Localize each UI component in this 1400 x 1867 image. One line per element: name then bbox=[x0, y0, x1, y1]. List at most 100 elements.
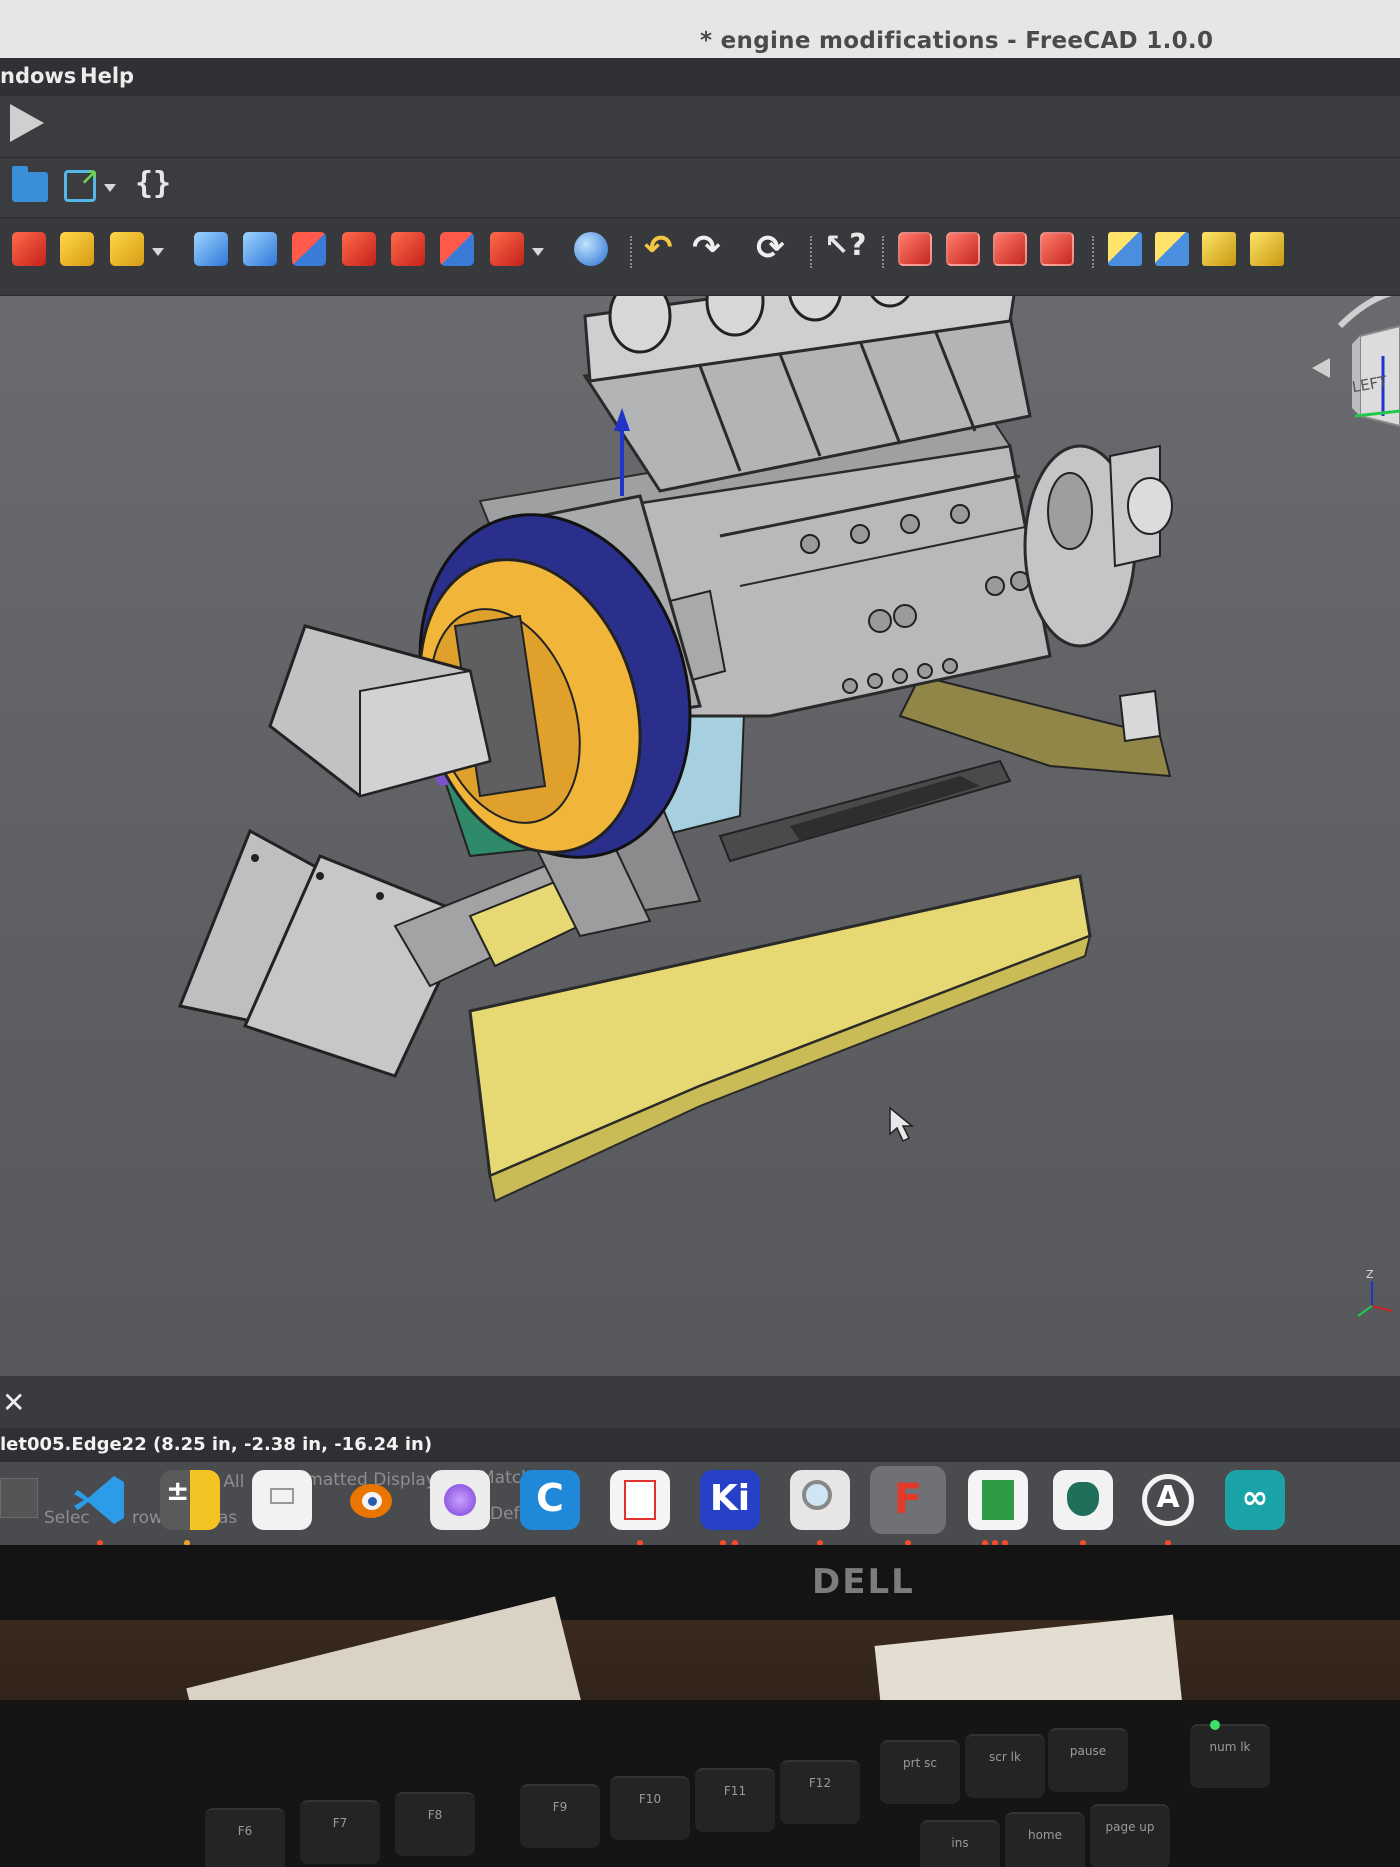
key-print-screen: prt sc bbox=[880, 1740, 960, 1804]
key-f8: F8 bbox=[395, 1792, 475, 1856]
stand-hole bbox=[376, 892, 384, 900]
axis-indicator bbox=[1357, 1281, 1393, 1317]
subtractive-loft-icon[interactable] bbox=[342, 232, 376, 266]
export-dropdown-caret-icon[interactable] bbox=[104, 184, 116, 192]
key-f11: F11 bbox=[695, 1768, 775, 1832]
keyboard: F6 F7 F8 F9 F10 F11 F12 prt sc scr lk pa… bbox=[0, 1700, 1400, 1867]
subtractive-helix-icon[interactable] bbox=[440, 232, 474, 266]
subtractive-box-icon[interactable] bbox=[490, 232, 524, 266]
kicad-icon[interactable]: Ki bbox=[700, 1470, 760, 1530]
redo-icon[interactable]: ↷ bbox=[692, 228, 721, 268]
monitor-brand-logo: DELL bbox=[812, 1562, 915, 1602]
subtractive-pipe-icon[interactable] bbox=[391, 232, 425, 266]
link-icon[interactable] bbox=[1202, 232, 1236, 266]
document-page bbox=[624, 1480, 656, 1520]
vscode-icon[interactable] bbox=[70, 1470, 130, 1530]
report-view-bar: ✕ bbox=[0, 1376, 1400, 1428]
key-f6: F6 bbox=[205, 1808, 285, 1867]
hole-icon[interactable] bbox=[243, 232, 277, 266]
base-rail-fin bbox=[790, 776, 980, 841]
axis-z-label: Z bbox=[1366, 1268, 1374, 1281]
macro-toolbar bbox=[0, 96, 1400, 158]
3d-viewport[interactable]: LEFT Z bbox=[0, 296, 1400, 1376]
workbench-toolbar: ↶ ↷ ⟳ ↖? bbox=[0, 218, 1400, 296]
boolean-icon[interactable] bbox=[574, 232, 608, 266]
key-f12: F12 bbox=[780, 1760, 860, 1824]
search-icon[interactable] bbox=[790, 1470, 850, 1530]
refresh-icon[interactable]: ⟳ bbox=[756, 228, 785, 268]
key-f10: F10 bbox=[610, 1776, 690, 1840]
window-title: * engine modifications - FreeCAD 1.0.0 bbox=[700, 28, 1214, 54]
engine-model-drawing[interactable]: LEFT Z bbox=[0, 296, 1400, 1376]
key-num-lock: num lk bbox=[1190, 1724, 1270, 1788]
toolbar-separator bbox=[810, 236, 813, 268]
stand-hole bbox=[316, 872, 324, 880]
app-store-icon[interactable]: A bbox=[1138, 1470, 1198, 1530]
spreadsheet-page bbox=[982, 1480, 1014, 1520]
open-folder-icon[interactable] bbox=[12, 166, 48, 202]
menu-bar: ndows Help bbox=[0, 58, 1400, 96]
execute-macro-play-icon[interactable] bbox=[10, 104, 44, 142]
magnifier-lens bbox=[802, 1480, 832, 1510]
monitor-bezel bbox=[0, 1545, 1400, 1620]
stand-hole bbox=[251, 854, 259, 862]
toolbar-separator bbox=[882, 236, 885, 268]
blender-pupil bbox=[368, 1497, 377, 1506]
additive-dropdown-caret-icon[interactable] bbox=[152, 248, 164, 256]
blender-icon[interactable] bbox=[340, 1470, 400, 1530]
inkscape-icon[interactable] bbox=[1053, 1470, 1113, 1530]
view-top-icon[interactable] bbox=[993, 232, 1027, 266]
python-console-braces-icon[interactable]: {} bbox=[135, 166, 171, 201]
arduino-icon[interactable]: ∞ bbox=[1225, 1470, 1285, 1530]
rear-pulley bbox=[1127, 477, 1173, 535]
key-pause: pause bbox=[1048, 1728, 1128, 1792]
text-editor-icon[interactable] bbox=[252, 1470, 312, 1530]
calculator-icon[interactable]: ± bbox=[160, 1470, 220, 1530]
export-arrow-icon: ↗ bbox=[80, 166, 99, 191]
as-label: as bbox=[218, 1508, 238, 1528]
inkscape-shape bbox=[1067, 1482, 1099, 1516]
link-group-icon[interactable] bbox=[1250, 232, 1284, 266]
groove-icon[interactable] bbox=[292, 232, 326, 266]
document-viewer-icon[interactable] bbox=[610, 1470, 670, 1530]
default-label: Def bbox=[490, 1504, 520, 1524]
part-icon[interactable] bbox=[1108, 232, 1142, 266]
file-toolbar: ↗ {} bbox=[0, 158, 1400, 218]
screen-recorder-icon[interactable] bbox=[430, 1470, 490, 1530]
num-lock-led bbox=[1210, 1720, 1220, 1730]
group-icon[interactable] bbox=[1155, 232, 1189, 266]
key-home: home bbox=[1005, 1812, 1085, 1867]
selection-status-text: let005.Edge22 (8.25 in, -2.38 in, -16.24… bbox=[0, 1434, 433, 1455]
view-isometric-icon[interactable] bbox=[898, 232, 932, 266]
pad-icon[interactable] bbox=[12, 232, 46, 266]
freecad-icon[interactable]: F bbox=[870, 1466, 946, 1534]
navigation-cube bbox=[1312, 296, 1400, 428]
undo-icon[interactable]: ↶ bbox=[644, 228, 673, 268]
view-right-icon[interactable] bbox=[1040, 232, 1074, 266]
subtractive-dropdown-caret-icon[interactable] bbox=[532, 248, 544, 256]
right-bracket-leg bbox=[1118, 689, 1162, 743]
key-scroll-lock: scr lk bbox=[965, 1734, 1045, 1798]
menu-help[interactable]: Help bbox=[80, 64, 134, 88]
text-editor-glyph bbox=[270, 1488, 294, 1504]
spreadsheet-icon[interactable] bbox=[968, 1470, 1028, 1530]
toolbar-separator bbox=[630, 236, 633, 268]
key-insert: ins bbox=[920, 1820, 1000, 1867]
find-input[interactable] bbox=[0, 1478, 38, 1518]
revolve-icon[interactable] bbox=[60, 232, 94, 266]
mouse-cursor bbox=[889, 1106, 915, 1143]
view-front-icon[interactable] bbox=[946, 232, 980, 266]
title-bar: * engine modifications - FreeCAD 1.0.0 bbox=[0, 0, 1400, 66]
pocket-icon[interactable] bbox=[194, 232, 228, 266]
additive-box-icon[interactable] bbox=[110, 232, 144, 266]
whats-this-help-icon[interactable]: ↖? bbox=[824, 228, 867, 263]
key-page-up: page up bbox=[1090, 1804, 1170, 1867]
close-icon[interactable]: ✕ bbox=[2, 1386, 25, 1419]
monitor-screen: * engine modifications - FreeCAD 1.0.0 n… bbox=[0, 0, 1400, 1545]
c-ide-icon[interactable]: C bbox=[520, 1470, 580, 1530]
key-f7: F7 bbox=[300, 1800, 380, 1864]
recorder-dot bbox=[444, 1484, 476, 1516]
key-f9: F9 bbox=[520, 1784, 600, 1848]
menu-windows[interactable]: ndows bbox=[0, 64, 76, 88]
row-label: row bbox=[132, 1508, 163, 1528]
